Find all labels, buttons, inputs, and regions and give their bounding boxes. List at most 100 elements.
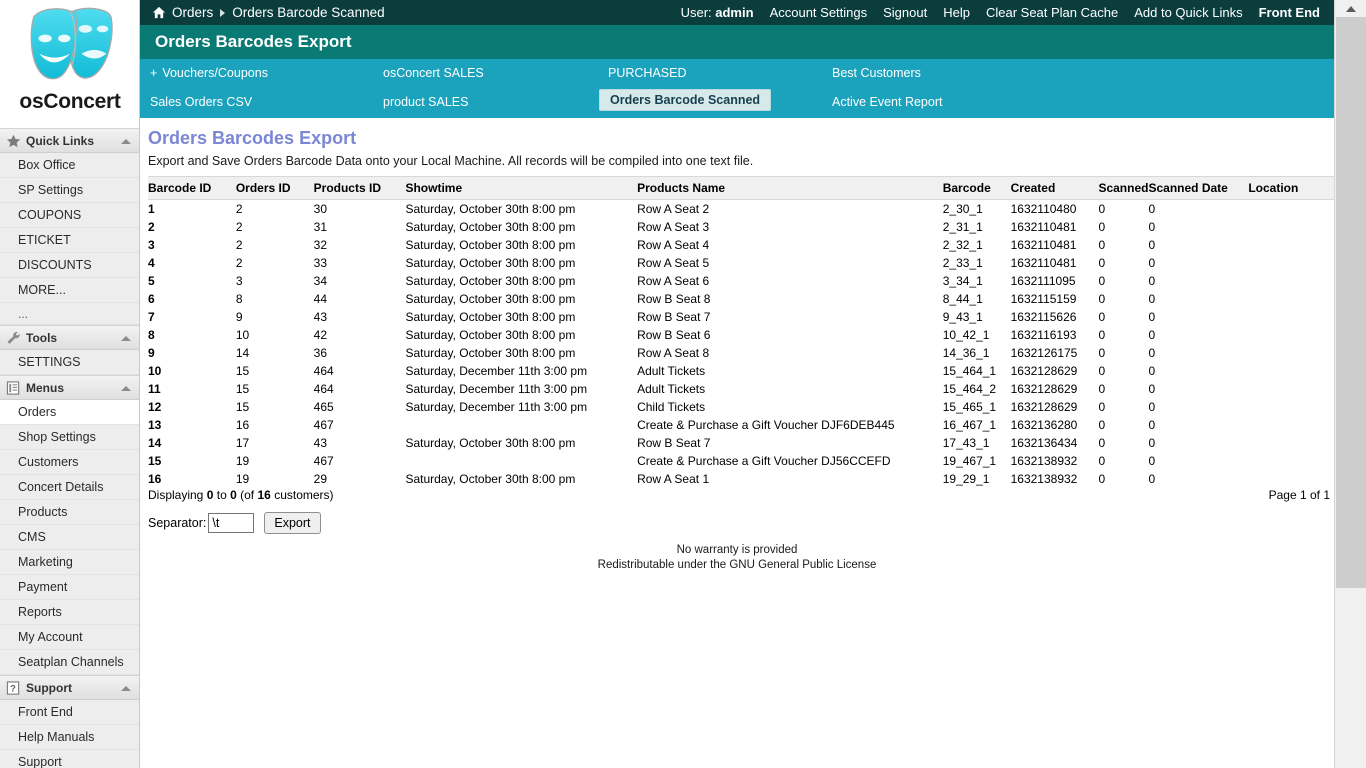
sidebar-item-box-office[interactable]: Box Office	[0, 153, 139, 178]
table-cell: Row A Seat 1	[637, 472, 710, 486]
nav-item-active-event-report[interactable]: Active Event Report	[832, 92, 942, 111]
sidebar-item-cms[interactable]: CMS	[0, 525, 139, 550]
sidebar-item-my-account[interactable]: My Account	[0, 625, 139, 650]
licence-line-1: No warranty is provided	[676, 544, 798, 556]
table-cell: 19	[235, 472, 250, 486]
scroll-up-button[interactable]	[1334, 0, 1366, 17]
table-row[interactable]: 2 2 31 Saturday, October 30th 8:00 pm Row A …	[148, 218, 1352, 236]
table-cell: 2_33_1	[942, 256, 983, 270]
page-scrollbar[interactable]	[1334, 0, 1366, 768]
account-settings-link[interactable]: Account Settings	[770, 5, 868, 20]
table-cell: 0	[1148, 400, 1156, 414]
sidebar-item-concert-details[interactable]: Concert Details	[0, 475, 139, 500]
nav-item-purchased[interactable]: PURCHASED	[608, 63, 687, 82]
nav-item-best-customers[interactable]: Best Customers	[832, 63, 921, 82]
help-link[interactable]: Help	[943, 5, 970, 20]
table-cell: 44	[313, 292, 327, 306]
caret-up-icon[interactable]	[121, 138, 131, 144]
sidebar-group-quick-links[interactable]: Quick Links	[0, 128, 139, 153]
sidebar-item-[interactable]: ...	[0, 303, 139, 325]
table-row[interactable]: 10 15 464 Saturday, December 11th 3:00 pm Ad…	[148, 362, 1352, 380]
signout-link[interactable]: Signout	[883, 5, 927, 20]
sidebar-group-menus[interactable]: Menus	[0, 375, 139, 400]
nav-item-vouchers-coupons[interactable]: + Vouchers/Coupons	[150, 63, 268, 82]
scrollbar-track[interactable]	[1334, 17, 1366, 768]
sidebar-item-eticket[interactable]: ETICKET	[0, 228, 139, 253]
sidebar-item-payment[interactable]: Payment	[0, 575, 139, 600]
table-cell: 11	[148, 382, 161, 396]
sidebar-item-coupons[interactable]: COUPONS	[0, 203, 139, 228]
table-cell: Saturday, October 30th 8:00 pm	[405, 328, 576, 342]
sidebar-item-support[interactable]: Support	[0, 750, 139, 768]
table-row[interactable]: 14 17 43 Saturday, October 30th 8:00 pm Row …	[148, 434, 1352, 452]
column-header[interactable]: Orders ID	[235, 176, 314, 200]
clear-seat-plan-cache-link[interactable]: Clear Seat Plan Cache	[986, 5, 1118, 20]
caret-up-icon[interactable]	[121, 335, 131, 341]
table-row[interactable]: 8 10 42 Saturday, October 30th 8:00 pm Row B…	[148, 326, 1352, 344]
sidebar-item-label: Payment	[18, 580, 68, 594]
nav-item-sales-orders-csv[interactable]: Sales Orders CSV	[150, 92, 252, 111]
table-cell: 7	[148, 310, 155, 324]
table-cell: Saturday, October 30th 8:00 pm	[405, 238, 576, 252]
front-end-link[interactable]: Front End	[1259, 5, 1320, 20]
add-to-quick-links-link[interactable]: Add to Quick Links	[1134, 5, 1242, 20]
column-header[interactable]: Showtime	[405, 176, 638, 200]
brand-logo[interactable]: osConcert	[0, 0, 139, 128]
separator-input[interactable]	[208, 513, 255, 533]
column-header[interactable]: Products Name	[637, 176, 943, 200]
column-header[interactable]: Scanned	[1098, 176, 1149, 200]
table-row[interactable]: 15 19 467 Create & Purchase a Gift Voucher …	[148, 452, 1352, 470]
sidebar-group-tools[interactable]: Tools	[0, 325, 139, 350]
caret-up-icon[interactable]	[121, 385, 131, 391]
table-row[interactable]: 9 14 36 Saturday, October 30th 8:00 pm Row A…	[148, 344, 1352, 362]
table-row[interactable]: 11 15 464 Saturday, December 11th 3:00 pm Ad…	[148, 380, 1352, 398]
sidebar-item-seatplan-channels[interactable]: Seatplan Channels	[0, 650, 139, 675]
table-row[interactable]: 13 16 467 Create & Purchase a Gift Voucher …	[148, 416, 1352, 434]
table-row[interactable]: 1 2 30 Saturday, October 30th 8:00 pm Row A …	[148, 200, 1352, 219]
export-button[interactable]: Export	[264, 512, 321, 534]
column-header[interactable]: Barcode ID	[148, 176, 236, 200]
sidebar-item-discounts[interactable]: DISCOUNTS	[0, 253, 139, 278]
sidebar-item-reports[interactable]: Reports	[0, 600, 139, 625]
column-header[interactable]: Scanned Date	[1148, 176, 1249, 200]
displaying-mid: to	[216, 488, 227, 502]
sidebar-item-more[interactable]: MORE...	[0, 278, 139, 303]
table-row[interactable]: 6 8 44 Saturday, October 30th 8:00 pm Row B …	[148, 290, 1352, 308]
table-row[interactable]: 5 3 34 Saturday, October 30th 8:00 pm Row A …	[148, 272, 1352, 290]
sidebar-item-orders[interactable]: Orders	[0, 400, 139, 425]
table-cell: 0	[1098, 382, 1106, 396]
caret-up-icon[interactable]	[121, 685, 131, 691]
table-cell: 0	[1098, 472, 1106, 486]
table-cell: 467	[313, 418, 334, 432]
sidebar-item-marketing[interactable]: Marketing	[0, 550, 139, 575]
column-header[interactable]: Products ID	[313, 176, 406, 200]
table-row[interactable]: 3 2 32 Saturday, October 30th 8:00 pm Row A …	[148, 236, 1352, 254]
nav-item-product-sales[interactable]: product SALES	[383, 92, 468, 111]
column-header[interactable]: Created	[1010, 176, 1099, 200]
section-title: Orders Barcodes Export	[155, 32, 352, 51]
nav-item-osconcert-sales[interactable]: osConcert SALES	[383, 63, 484, 82]
table-row[interactable]: 7 9 43 Saturday, October 30th 8:00 pm Row B …	[148, 308, 1352, 326]
sidebar-item-products[interactable]: Products	[0, 500, 139, 525]
separator-label: Separator:	[148, 516, 207, 530]
scrollbar-thumb[interactable]	[1336, 17, 1366, 588]
expand-plus-icon: +	[150, 65, 158, 80]
sidebar-item-settings[interactable]: SETTINGS	[0, 350, 139, 375]
breadcrumb-item-orders[interactable]: Orders	[172, 5, 213, 20]
table-row[interactable]: 12 15 465 Saturday, December 11th 3:00 pm Ch…	[148, 398, 1352, 416]
table-cell: 1632128629	[1010, 400, 1078, 414]
sidebar-item-label: Box Office	[18, 158, 76, 172]
sidebar-item-help-manuals[interactable]: Help Manuals	[0, 725, 139, 750]
sidebar-item-shop-settings[interactable]: Shop Settings	[0, 425, 139, 450]
table-cell: 9	[235, 310, 243, 324]
sidebar-group-support[interactable]: ? Support	[0, 675, 139, 700]
sidebar-item-sp-settings[interactable]: SP Settings	[0, 178, 139, 203]
table-row[interactable]: 4 2 33 Saturday, October 30th 8:00 pm Row A …	[148, 254, 1352, 272]
sidebar-item-front-end[interactable]: Front End	[0, 700, 139, 725]
sidebar-item-customers[interactable]: Customers	[0, 450, 139, 475]
sidebar-item-label: Front End	[18, 705, 73, 719]
breadcrumb-item-current[interactable]: Orders Barcode Scanned	[232, 5, 384, 20]
nav-item-orders-barcode-scanned[interactable]: Orders Barcode Scanned	[599, 89, 772, 111]
table-row[interactable]: 16 19 29 Saturday, October 30th 8:00 pm Row …	[148, 470, 1352, 488]
column-header[interactable]: Barcode	[942, 176, 1011, 200]
